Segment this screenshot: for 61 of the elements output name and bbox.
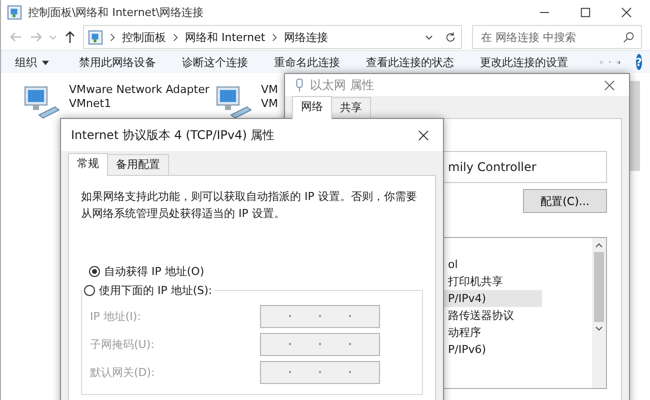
chevron-icon	[173, 32, 178, 42]
chevron-icon	[110, 32, 115, 42]
radio-option[interactable]: 自动获得 IP 地址(O)	[89, 264, 423, 279]
tab[interactable]: 网络	[292, 96, 332, 119]
close-icon[interactable]	[604, 80, 615, 90]
toolbar-button[interactable]: 诊断这个连接	[182, 54, 248, 70]
toolbar-button[interactable]: 禁用此网络设备	[79, 54, 156, 70]
search-field[interactable]: 在 网络连接 中搜索	[472, 25, 642, 49]
list-item[interactable]: ol	[444, 256, 592, 273]
back-icon[interactable]	[9, 30, 23, 44]
window-title: 控制面板\网络和 Internet\网络连接	[28, 4, 204, 20]
scrollbar[interactable]	[592, 238, 606, 388]
dialog-title: 以太网 属性	[310, 76, 374, 94]
toolbar-button[interactable]: 查看此连接的状态	[366, 54, 454, 70]
help-button[interactable]: ?	[636, 54, 642, 70]
close-icon[interactable]	[418, 130, 429, 140]
toolbar-button[interactable]: 组织	[15, 54, 49, 70]
adapter-detail: VMnet1	[69, 97, 112, 110]
list-item[interactable]: 打印机共享	[444, 273, 592, 290]
chevron-icon	[272, 32, 278, 42]
scroll-down-icon[interactable]	[595, 326, 603, 332]
list-item[interactable]: 动程序	[444, 324, 592, 341]
tab[interactable]: 备用配置	[107, 154, 169, 175]
adapter-field: mily Controller	[443, 151, 607, 183]
address-bar[interactable]: 控制面板 网络和 Internet 网络连接	[83, 25, 462, 49]
dialog-title: Internet 协议版本 4 (TCP/IPv4) 属性	[71, 126, 275, 144]
dropdown-icon[interactable]	[425, 33, 433, 41]
forward-icon[interactable]	[29, 30, 43, 44]
toolbar-button[interactable]: 更改此连接的设置	[480, 54, 568, 70]
radio-option[interactable]: 使用下面的 IP 地址(S):	[84, 283, 212, 298]
adapter-detail: VM	[261, 97, 278, 110]
adapter-name: VM	[261, 83, 278, 96]
field-label: 默认网关(D):	[90, 364, 155, 380]
toolbar-button[interactable]: 重命名此连接	[274, 54, 340, 70]
tab[interactable]: 共享	[331, 97, 371, 118]
refresh-icon[interactable]	[444, 30, 457, 44]
list-item[interactable]: 路传送器协议	[444, 307, 592, 324]
ip-address-field[interactable]	[260, 360, 380, 384]
description-text: 如果网络支持此功能，则可以获取自动指派的 IP 设置。否则，你需要从网络系统管理员处获得适当的 IP 设置。	[81, 189, 418, 222]
ip-address-field[interactable]	[260, 304, 380, 328]
caret-icon	[42, 58, 49, 66]
search-icon	[623, 31, 635, 43]
network-folder-icon	[88, 30, 103, 44]
ip-address-field[interactable]	[260, 332, 380, 356]
list-item[interactable]: P/IPv4)	[444, 290, 542, 307]
maximize-icon[interactable]	[580, 6, 591, 18]
close-icon[interactable]	[621, 6, 632, 18]
network-plug-icon	[295, 78, 304, 92]
tab[interactable]: 常规	[68, 153, 108, 176]
field-label: IP 地址(I):	[90, 308, 141, 324]
scroll-up-icon[interactable]	[595, 242, 603, 248]
breadcrumb[interactable]: 网络和 Internet	[185, 30, 266, 44]
list-item[interactable]: P/IPv6)	[444, 341, 592, 358]
configure-button[interactable]: 配置(C)...	[523, 189, 607, 213]
search-input[interactable]: 在 网络连接 中搜索	[479, 30, 623, 44]
network-folder-icon	[7, 4, 22, 20]
field-label: 子网掩码(U):	[90, 336, 154, 352]
adapter-name: VMware Network Adapter	[69, 83, 210, 96]
up-icon[interactable]	[63, 30, 77, 44]
breadcrumb[interactable]: 控制面板	[122, 30, 166, 44]
breadcrumb[interactable]: 网络连接	[284, 30, 328, 44]
